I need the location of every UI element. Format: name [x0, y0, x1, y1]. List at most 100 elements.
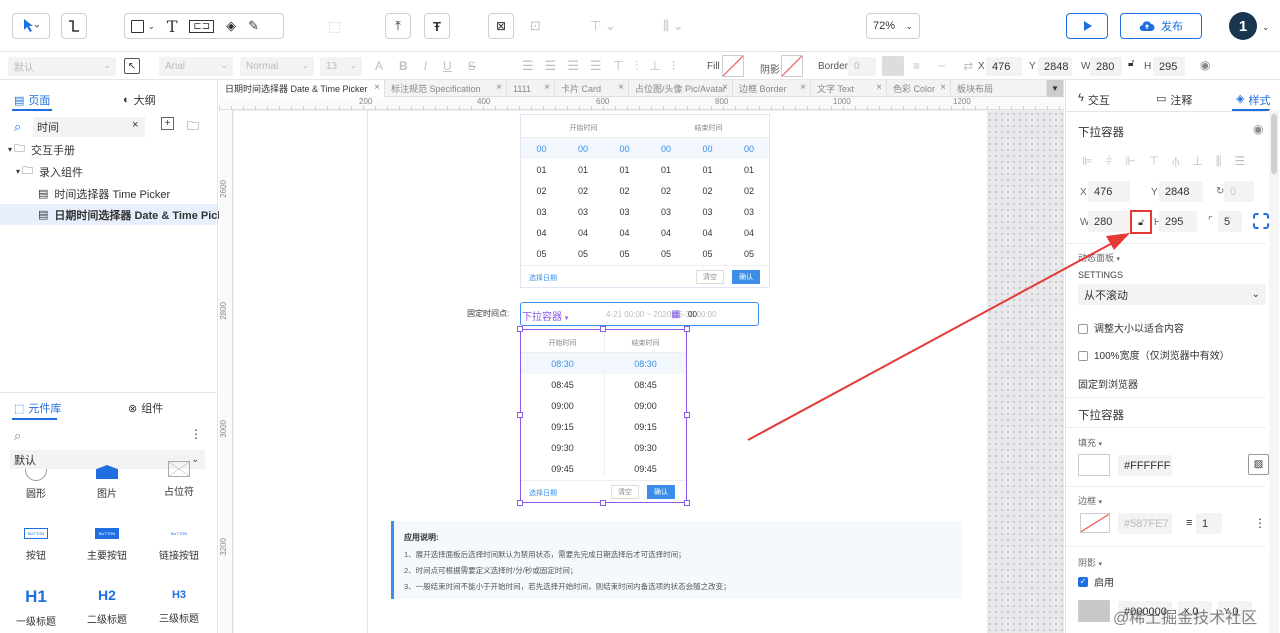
time-option[interactable]: 03: [729, 207, 770, 217]
distribute-h-icon[interactable]: ⫼: [1216, 154, 1222, 169]
h-input[interactable]: 295: [1159, 211, 1197, 232]
time-option[interactable]: 08:30: [604, 359, 687, 369]
valign-middle-icon[interactable]: ⫶: [635, 58, 638, 74]
time-option[interactable]: 05: [729, 249, 770, 259]
y-input[interactable]: 2848: [1159, 181, 1203, 202]
style-select[interactable]: 默认 ⌄: [8, 57, 116, 76]
shadow-section-toggle[interactable]: 阴影 ▾: [1078, 556, 1102, 569]
time-option[interactable]: 09:45: [604, 464, 687, 474]
time-option[interactable]: 04: [521, 228, 562, 238]
x-input[interactable]: 476: [986, 57, 1022, 76]
format-painter-icon[interactable]: ↖: [124, 58, 140, 74]
border-color-swatch[interactable]: [882, 56, 904, 76]
fill-hex-input[interactable]: #FFFFFF: [1118, 455, 1172, 476]
time-option[interactable]: 05: [563, 249, 604, 259]
time-option[interactable]: 03: [563, 207, 604, 217]
canvas-tab[interactable]: 标注规范 Specification ×: [385, 80, 507, 97]
time-option[interactable]: 05: [604, 249, 645, 259]
corner-radius-input[interactable]: 5: [1218, 211, 1242, 232]
canvas-tab[interactable]: 板块布局: [951, 80, 1047, 97]
font-size-select[interactable]: 13 ⌄: [320, 57, 362, 76]
avatar-chevron-icon[interactable]: ⌄: [1262, 22, 1270, 33]
tab-pages[interactable]: ▤ 页面: [14, 92, 50, 108]
time-option[interactable]: 08:30: [521, 359, 604, 369]
scroll-select[interactable]: 从不滚动 ⌄: [1078, 284, 1266, 305]
arrow-style-icon[interactable]: ⇄: [963, 59, 973, 73]
bullet-list-icon[interactable]: ⁝: [672, 58, 676, 74]
canvas-tab-active[interactable]: 日期时间选择器 Date & Time Picker ×: [219, 80, 385, 97]
lib-item-image[interactable]: 图片: [77, 465, 137, 500]
hotspot-icon[interactable]: ⊏⊐: [189, 19, 215, 33]
distribute-v-icon[interactable]: ☰: [1234, 154, 1245, 169]
close-tab-icon[interactable]: ×: [618, 82, 624, 93]
fit-content-checkbox[interactable]: 调整大小以适合内容: [1078, 320, 1184, 335]
full-width-checkbox[interactable]: 100%宽度（仅浏览器中有效）: [1078, 347, 1230, 362]
rectangle-icon[interactable]: [131, 19, 144, 33]
tab-interaction[interactable]: ϟ 交互: [1078, 92, 1110, 108]
time-option[interactable]: 09:30: [604, 443, 687, 453]
resize-handle[interactable]: [517, 326, 523, 332]
time-option[interactable]: 01: [604, 165, 645, 175]
image-fill-icon[interactable]: ▨: [1248, 454, 1269, 475]
tree-page-time-picker[interactable]: ▤ 时间选择器 Time Picker: [0, 183, 217, 204]
align-bottom-icon[interactable]: ⊥: [1192, 154, 1202, 169]
tab-outline[interactable]: ◐ 大纲: [123, 92, 156, 108]
lib-item-link-button[interactable]: BUTTON 链接按钮: [149, 528, 209, 562]
library-search-icon[interactable]: ⌕: [14, 428, 21, 444]
time-option[interactable]: 02: [604, 186, 645, 196]
close-tab-icon[interactable]: ×: [374, 82, 380, 93]
add-folder-icon[interactable]: 🗀︎: [187, 117, 199, 138]
visibility-eye-icon[interactable]: ◉: [1253, 122, 1263, 136]
text-frame-button[interactable]: Ŧ: [424, 13, 450, 39]
more-options-icon[interactable]: ⋮: [190, 427, 202, 441]
tab-notes[interactable]: ▭ 注释: [1156, 92, 1192, 108]
lock-aspect-ratio-toggle[interactable]: 🔓︎: [1130, 210, 1152, 234]
time-option[interactable]: 03: [604, 207, 645, 217]
close-tab-icon[interactable]: ×: [940, 82, 946, 93]
time-option[interactable]: 04: [563, 228, 604, 238]
align-hcenter-icon[interactable]: ⫩: [1105, 154, 1112, 169]
time-option[interactable]: 08:45: [521, 380, 604, 390]
align-left-icon[interactable]: ⊫: [1082, 154, 1092, 169]
select-tool-button[interactable]: [12, 13, 50, 39]
transform-icon[interactable]: ⬚: [328, 18, 341, 35]
text-tool-icon[interactable]: T: [167, 17, 178, 36]
strikethrough-icon[interactable]: S: [468, 59, 476, 73]
time-option[interactable]: 01: [687, 165, 728, 175]
pin-to-browser-link[interactable]: 固定到浏览器: [1078, 376, 1138, 391]
resize-handle[interactable]: [600, 326, 606, 332]
tabs-overflow-button[interactable]: ▼: [1047, 80, 1064, 97]
h-input[interactable]: 295: [1153, 57, 1185, 76]
align-icon[interactable]: ⊤ ⌄: [590, 18, 616, 34]
resize-handle[interactable]: [517, 500, 523, 506]
tab-library[interactable]: ⬚ 元件库: [14, 400, 61, 416]
select-date-link[interactable]: 选择日期: [529, 488, 557, 498]
time-option[interactable]: 04: [646, 228, 687, 238]
font-weight-select[interactable]: Normal ⌄: [240, 57, 314, 76]
bold-icon[interactable]: B: [399, 59, 408, 73]
publish-button[interactable]: 发布: [1120, 13, 1202, 39]
dropdown-container-tag[interactable]: 下拉容器 ▾: [522, 308, 571, 323]
tab-components[interactable]: ⊗ 组件: [128, 400, 163, 416]
user-avatar[interactable]: 1: [1229, 12, 1257, 40]
time-option[interactable]: 02: [521, 186, 562, 196]
connector-tool-button[interactable]: [61, 13, 87, 39]
zoom-select[interactable]: 72% ⌄: [866, 13, 920, 39]
canvas-tab[interactable]: 1111 ×: [507, 80, 555, 97]
y-input[interactable]: 2848: [1038, 57, 1072, 76]
time-option[interactable]: 08:45: [604, 380, 687, 390]
lib-item-circle[interactable]: 圆形: [6, 465, 66, 500]
time-option[interactable]: 01: [521, 165, 562, 175]
justify-icon[interactable]: ☰: [590, 58, 602, 74]
border-hex-input[interactable]: #587FE7: [1118, 513, 1172, 534]
time-option[interactable]: 09:15: [521, 422, 604, 432]
time-option[interactable]: 03: [646, 207, 687, 217]
w-input[interactable]: 280: [1088, 211, 1130, 232]
tree-folder-handbook[interactable]: ▾ 🗀︎ 交互手册: [0, 139, 217, 160]
preview-button[interactable]: [1066, 13, 1108, 39]
clear-button[interactable]: 清空: [611, 485, 639, 499]
lib-item-button[interactable]: BUTTON 按钮: [6, 528, 66, 562]
time-option[interactable]: 00: [646, 144, 687, 154]
time-option[interactable]: 02: [729, 186, 770, 196]
shadow-enable-checkbox[interactable]: ✓ 启用: [1078, 574, 1114, 589]
